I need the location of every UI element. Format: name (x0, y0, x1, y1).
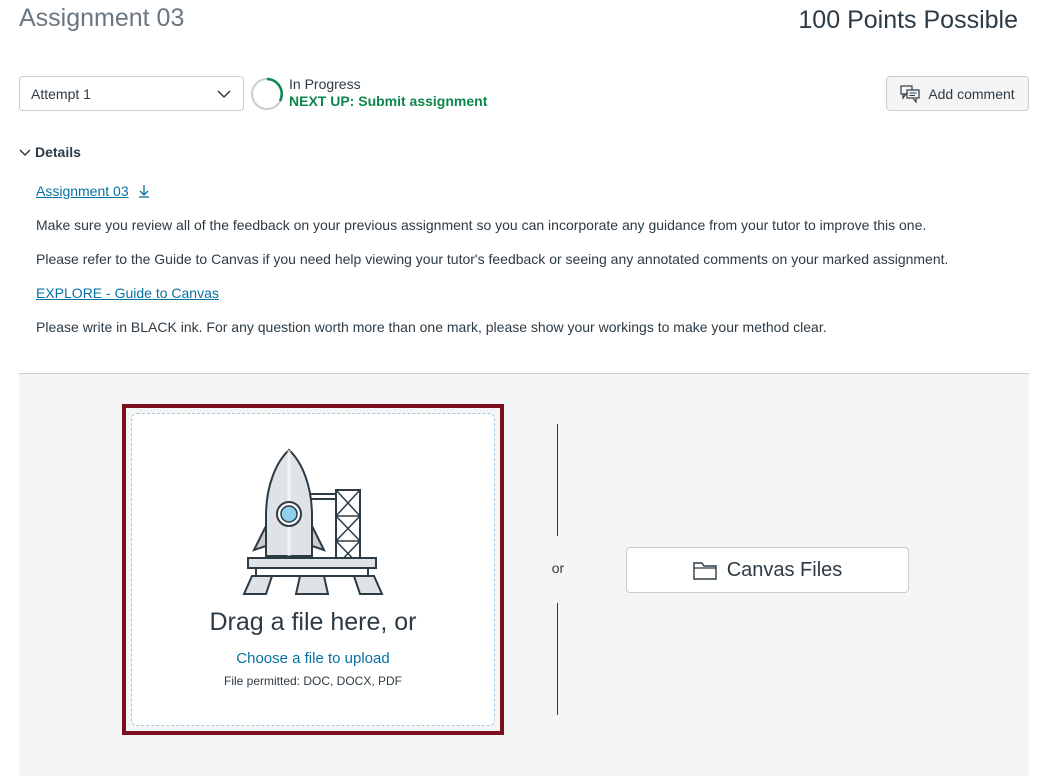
details-toggle[interactable]: Details (19, 144, 81, 160)
file-types-note: File permitted: DOC, DOCX, PDF (223, 674, 403, 688)
canvas-files-button[interactable]: Canvas Files (626, 547, 909, 593)
add-comment-label: Add comment (928, 85, 1015, 102)
chevron-down-icon (217, 90, 231, 99)
progress-ring-icon (251, 77, 283, 110)
attempt-select[interactable]: Attempt 1 (19, 76, 244, 111)
chevron-down-icon (19, 149, 31, 157)
details-paragraph: Please write in BLACK ink. For any quest… (36, 319, 827, 335)
assignment-details: Assignment 03 Make sure you review all o… (36, 181, 1026, 351)
highlight-frame: Drag a file here, or Choose a file to up… (122, 404, 504, 735)
comment-icon (900, 84, 920, 103)
status-block: In Progress NEXT UP: Submit assignment (289, 76, 487, 109)
details-paragraph: Make sure you review all of the feedback… (36, 217, 927, 233)
guide-link[interactable]: EXPLORE - Guide to Canvas (36, 285, 219, 301)
next-up-label: NEXT UP: Submit assignment (289, 93, 488, 109)
download-icon[interactable] (137, 184, 151, 198)
rocket-icon (242, 448, 384, 595)
status-label: In Progress (289, 76, 361, 92)
add-comment-button[interactable]: Add comment (886, 76, 1029, 111)
points-possible: 100 Points Possible (798, 6, 1018, 34)
submission-area: Drag a file here, or Choose a file to up… (19, 373, 1029, 776)
divider-line (557, 424, 558, 536)
assignment-file-link[interactable]: Assignment 03 (36, 183, 129, 199)
file-drop-zone[interactable]: Drag a file here, or Choose a file to up… (131, 413, 495, 726)
or-label: or (551, 560, 565, 576)
details-label: Details (35, 144, 81, 160)
canvas-files-label: Canvas Files (726, 558, 843, 581)
assignment-header: Assignment 03 100 Points Possible (19, 4, 1028, 44)
folder-icon (692, 562, 717, 580)
page-title: Assignment 03 (19, 4, 185, 32)
drag-file-text: Drag a file here, or (209, 608, 417, 636)
choose-file-link[interactable]: Choose a file to upload (132, 650, 494, 667)
attempt-select-value: Attempt 1 (31, 85, 91, 102)
divider-line (557, 603, 558, 715)
details-paragraph: Please refer to the Guide to Canvas if y… (36, 251, 949, 267)
